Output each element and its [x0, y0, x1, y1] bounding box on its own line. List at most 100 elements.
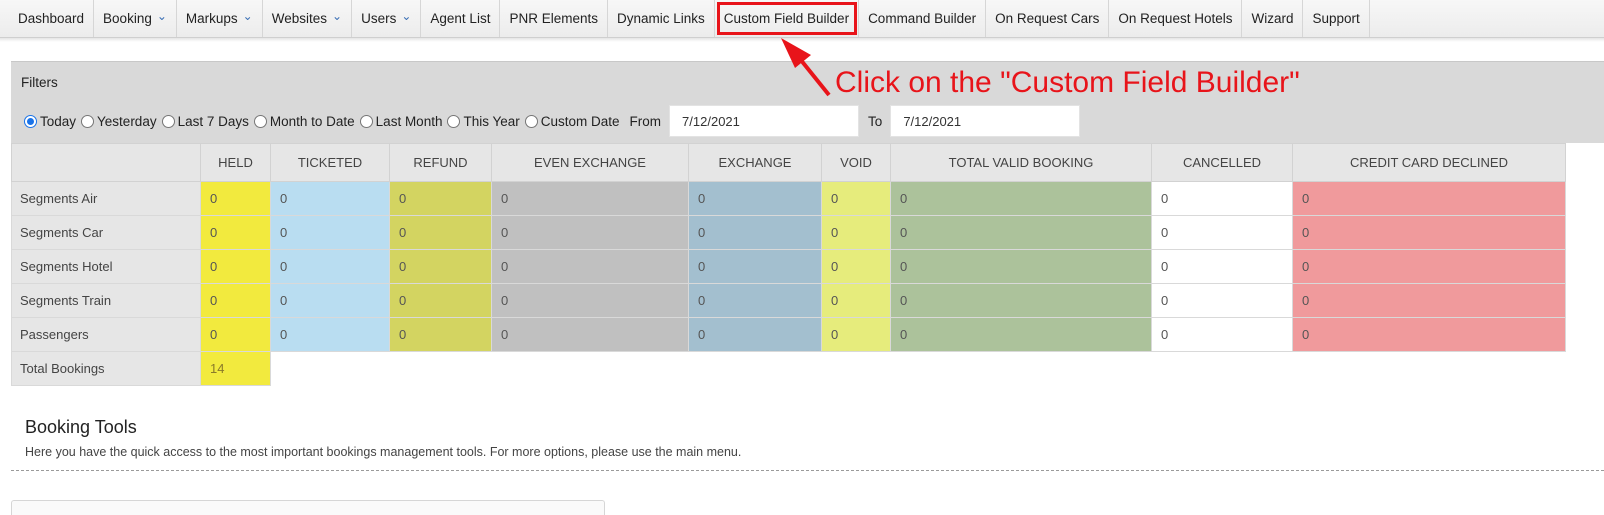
- table-cell: 0: [1292, 215, 1566, 250]
- nav-item-label: Dashboard: [18, 11, 85, 26]
- table-row: Passengers 0 0 0 0 0 0 0 0 0: [11, 317, 1566, 352]
- top-nav: Dashboard Booking ⌄ Markups ⌄ Websites ⌄ Users ⌄…: [0, 0, 1604, 38]
- radio-circle[interactable]: [161, 114, 175, 128]
- nav-item-websites[interactable]: Websites ⌄: [263, 0, 353, 37]
- table-cell: 0: [688, 283, 822, 318]
- nav-item-label: On Request Hotels: [1118, 11, 1233, 26]
- column-header: EVEN EXCHANGE: [491, 143, 689, 182]
- nav-item-label: Booking: [103, 11, 152, 26]
- radio-today[interactable]: Today: [24, 114, 76, 129]
- table-cell: 0: [890, 215, 1152, 250]
- row-label: Segments Hotel: [11, 249, 201, 284]
- table-cell: 0: [1292, 317, 1566, 352]
- nav-item-users[interactable]: Users ⌄: [352, 0, 422, 37]
- table-cell: 0: [890, 283, 1152, 318]
- column-header: CREDIT CARD DECLINED: [1292, 143, 1566, 182]
- chevron-down-icon: ⌄: [242, 8, 253, 23]
- column-header: CANCELLED: [1151, 143, 1293, 182]
- nav-item-on-request-cars[interactable]: On Request Cars: [986, 0, 1110, 37]
- empty-cell: [390, 352, 492, 386]
- filters-title: Filters: [21, 75, 58, 90]
- nav-item-label: Command Builder: [868, 11, 977, 26]
- nav-item-label: Websites: [271, 11, 328, 26]
- table-cell: 0: [1151, 215, 1293, 250]
- nav-item-label: On Request Cars: [995, 11, 1100, 26]
- table-cell: 0: [491, 249, 689, 284]
- nav-item-custom-field-builder[interactable]: Custom Field Builder: [715, 0, 860, 37]
- column-header: VOID: [821, 143, 891, 182]
- radio-circle[interactable]: [81, 114, 95, 128]
- table-cell: 0: [1292, 249, 1566, 284]
- table-cell: 0: [890, 249, 1152, 284]
- table-cell: 0: [200, 317, 271, 352]
- total-value: 14: [200, 351, 271, 386]
- nav-item-label: PNR Elements: [509, 11, 598, 26]
- from-date-input[interactable]: [669, 105, 860, 137]
- nav-item-label: Custom Field Builder: [723, 11, 850, 26]
- table-cell: 0: [491, 283, 689, 318]
- chevron-down-icon: ⌄: [332, 8, 343, 23]
- table-cell: 0: [200, 249, 271, 284]
- table-cell: 0: [821, 215, 891, 250]
- radio-custom-date[interactable]: Custom Date: [524, 113, 620, 129]
- nav-item-label: Users: [361, 11, 397, 26]
- table-cell: 0: [688, 317, 822, 352]
- nav-item-pnr-elements[interactable]: PNR Elements: [500, 0, 608, 37]
- booking-tools-title: Booking Tools: [25, 417, 137, 437]
- column-header: TOTAL VALID BOOKING: [890, 143, 1152, 182]
- nav-shadow: [0, 38, 1604, 42]
- header-corner-cell: [11, 143, 201, 182]
- divider: [11, 470, 1604, 471]
- table-header-row: HELD TICKETED REFUND EVEN EXCHANGE EXCHANGE V…: [11, 143, 1566, 182]
- radio-label: Custom Date: [540, 113, 620, 129]
- filters-panel: Filters Today Yesterday Last 7 Days Month t…: [11, 61, 1604, 143]
- table-cell: 0: [491, 181, 689, 216]
- table-cell: 0: [270, 283, 390, 318]
- radio-circle[interactable]: [359, 114, 373, 128]
- table-cell: 0: [1151, 249, 1293, 284]
- column-header: EXCHANGE: [688, 143, 822, 182]
- nav-item-label: Wizard: [1251, 11, 1294, 26]
- nav-item-support[interactable]: Support: [1303, 0, 1370, 37]
- row-label: Segments Car: [11, 215, 201, 250]
- nav-item-on-request-hotels[interactable]: On Request Hotels: [1109, 0, 1243, 37]
- nav-item-label: Dynamic Links: [616, 11, 705, 26]
- radio-last-month[interactable]: Last Month: [359, 113, 443, 129]
- radio-circle[interactable]: [524, 114, 538, 128]
- radio-label: Last 7 Days: [177, 113, 249, 129]
- nav-item-markups[interactable]: Markups ⌄: [177, 0, 263, 37]
- radio-circle[interactable]: [24, 114, 37, 128]
- radio-label: This Year: [463, 113, 520, 129]
- nav-item-dynamic-links[interactable]: Dynamic Links: [608, 0, 715, 37]
- nav-item-label: Support: [1312, 11, 1360, 26]
- nav-item-command-builder[interactable]: Command Builder: [859, 0, 987, 37]
- radio-last-7-days[interactable]: Last 7 Days: [161, 113, 249, 129]
- radio-month-to-date[interactable]: Month to Date: [253, 114, 355, 129]
- row-label: Segments Train: [11, 283, 201, 318]
- filter-row: Today Yesterday Last 7 Days Month to Date La…: [24, 105, 1081, 137]
- empty-cell: [271, 352, 390, 386]
- table-cell: 0: [821, 283, 891, 318]
- table-cell: 0: [1151, 283, 1293, 318]
- empty-cell: [689, 352, 822, 386]
- tools-card: [11, 500, 605, 515]
- radio-this-year[interactable]: This Year: [447, 113, 520, 129]
- booking-stats-table: HELD TICKETED REFUND EVEN EXCHANGE EXCHANGE V…: [11, 143, 1566, 386]
- nav-item-wizard[interactable]: Wizard: [1242, 0, 1304, 37]
- table-cell: 0: [270, 249, 390, 284]
- table-cell: 0: [821, 317, 891, 352]
- table-cell: 0: [270, 317, 390, 352]
- to-date-input[interactable]: [890, 105, 1081, 137]
- radio-circle[interactable]: [253, 114, 267, 128]
- radio-label: Last Month: [375, 113, 443, 129]
- empty-cell: [1293, 352, 1566, 386]
- nav-item-agent-list[interactable]: Agent List: [421, 0, 501, 37]
- radio-circle[interactable]: [447, 114, 461, 128]
- table-cell: 0: [890, 317, 1152, 352]
- nav-item-dashboard[interactable]: Dashboard: [9, 0, 95, 37]
- table-cell: 0: [688, 249, 822, 284]
- radio-yesterday[interactable]: Yesterday: [81, 114, 157, 129]
- nav-item-booking[interactable]: Booking ⌄: [94, 0, 177, 37]
- table-cell: 0: [890, 181, 1152, 216]
- table-cell: 0: [821, 181, 891, 216]
